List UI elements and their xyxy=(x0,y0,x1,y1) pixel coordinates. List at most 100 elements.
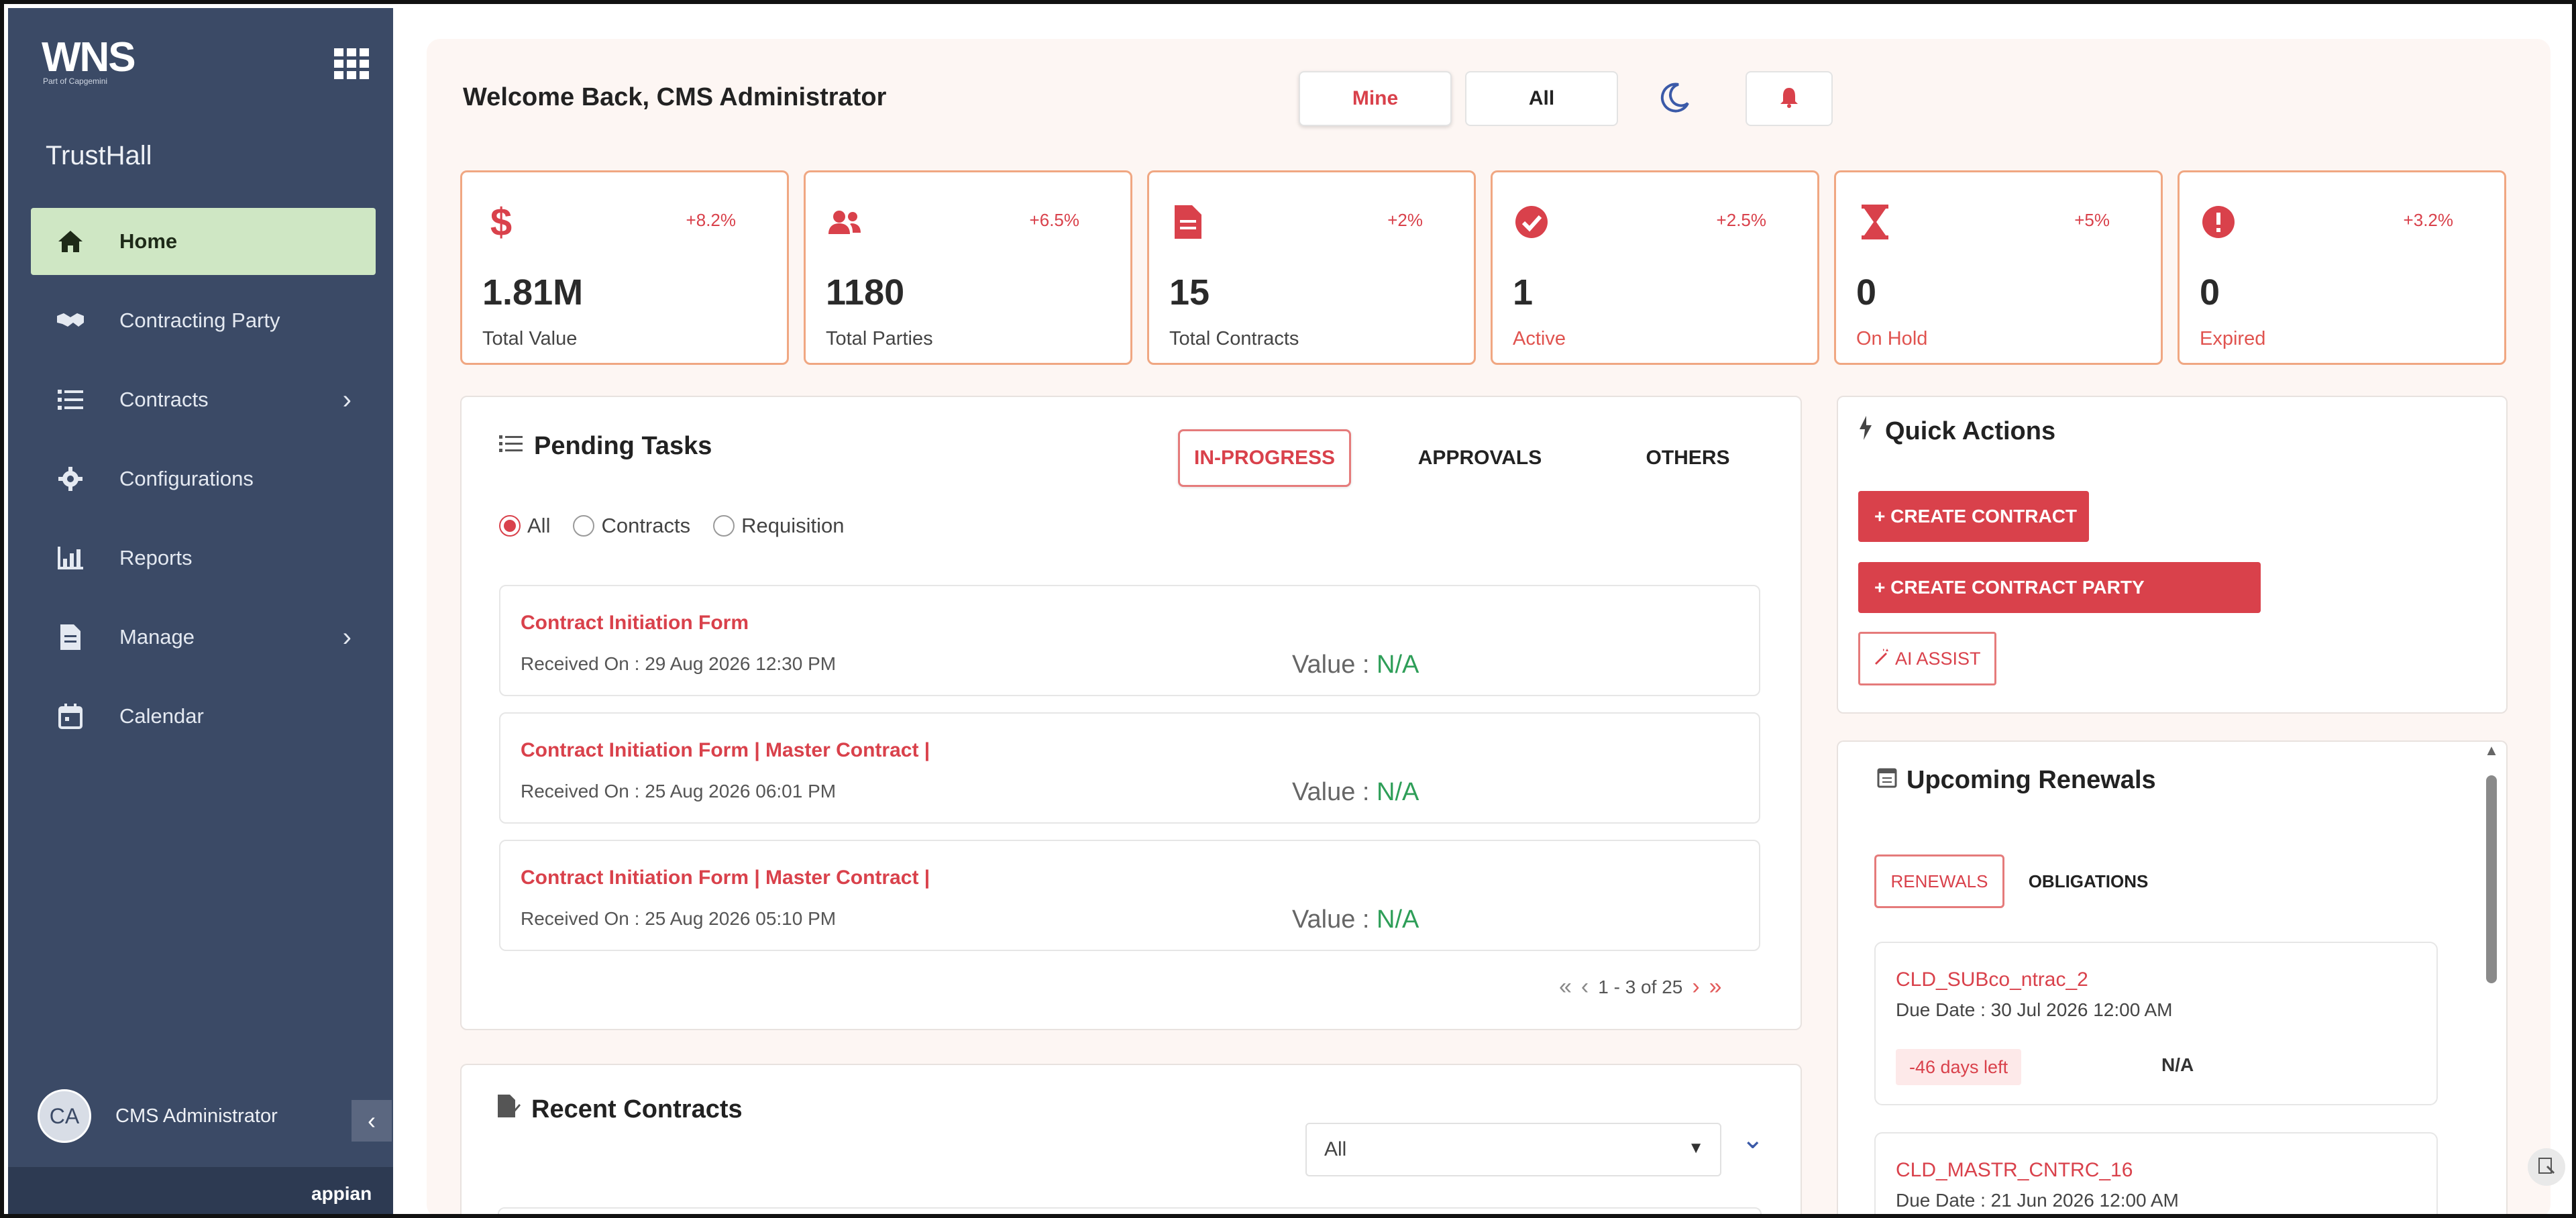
ai-assist-button[interactable]: AI ASSIST xyxy=(1858,632,1996,685)
task-received: Received On : 25 Aug 2026 06:01 PM xyxy=(521,781,837,801)
kpi-value: 1 xyxy=(1513,272,1534,313)
task-received: Received On : 29 Aug 2026 12:30 PM xyxy=(521,653,837,674)
table-row[interactable] xyxy=(498,1207,1762,1214)
kpi-delta: +3.2% xyxy=(2403,210,2453,230)
create-contract-button[interactable]: + CREATE CONTRACT xyxy=(1858,491,2089,542)
alert-circle-icon xyxy=(2200,203,2237,241)
document-icon xyxy=(55,624,86,651)
pending-tasks-card: Pending Tasks IN-PROGRESS APPROVALS OTHE… xyxy=(460,396,1802,1030)
kpi-expired[interactable]: +3.2% 0 Expired xyxy=(2178,170,2506,365)
sidebar-item-manage[interactable]: Manage › xyxy=(31,604,376,671)
radio-contracts[interactable] xyxy=(573,515,595,537)
recent-contracts-filter-select[interactable]: All ▼ xyxy=(1305,1123,1721,1176)
appian-logo: appian xyxy=(311,1183,372,1204)
wns-logo[interactable]: WNS xyxy=(42,34,136,81)
kpi-total-contracts[interactable]: +2% 15 Total Contracts xyxy=(1147,170,1476,365)
tab-approvals[interactable]: APPROVALS xyxy=(1399,429,1560,487)
kpi-active[interactable]: +2.5% 1 Active xyxy=(1491,170,1819,365)
bell-icon xyxy=(1779,87,1799,111)
gear-icon xyxy=(55,465,86,492)
home-icon xyxy=(55,228,86,255)
task-title[interactable]: Contract Initiation Form | Master Contra… xyxy=(521,739,930,762)
pending-tasks-title: Pending Tasks xyxy=(499,432,712,461)
value-label: Value : xyxy=(1292,778,1377,806)
recent-contracts-title: Recent Contracts xyxy=(498,1095,743,1124)
kpi-delta: +2% xyxy=(1387,210,1423,230)
sidebar-item-home[interactable]: Home xyxy=(31,208,376,275)
app-grid-icon[interactable] xyxy=(334,48,369,79)
last-page-icon[interactable]: » xyxy=(1709,974,1722,1000)
user-profile[interactable]: CA CMS Administrator xyxy=(38,1089,278,1143)
avatar: CA xyxy=(38,1089,91,1143)
tab-renewals[interactable]: RENEWALS xyxy=(1874,854,2004,908)
toggle-all-button[interactable]: All xyxy=(1465,71,1618,126)
sidebar-item-contracts[interactable]: Contracts › xyxy=(31,366,376,433)
kpi-total-value[interactable]: $ +8.2% 1.81M Total Value xyxy=(460,170,789,365)
kpi-value: 0 xyxy=(2200,272,2220,313)
kpi-on-hold[interactable]: +5% 0 On Hold xyxy=(1834,170,2163,365)
sidebar-item-configurations[interactable]: Configurations xyxy=(31,445,376,512)
sidebar-item-label: Contracts xyxy=(119,388,209,411)
scroll-up-icon[interactable]: ▲ xyxy=(2483,742,2500,759)
list-item[interactable]: CLD_MASTR_CNTRC_16 Due Date : 21 Jun 202… xyxy=(1874,1132,2438,1214)
radio-label: Contracts xyxy=(601,514,691,537)
renewals-scrollbar[interactable]: ▲ xyxy=(2483,742,2500,1188)
feedback-icon xyxy=(2538,1157,2555,1178)
list-item[interactable]: Contract Initiation Form | Master Contra… xyxy=(499,712,1760,824)
kpi-label: Total Value xyxy=(482,328,578,349)
kpi-value: 15 xyxy=(1169,272,1210,313)
chevron-down-icon[interactable]: ⌄ xyxy=(1741,1124,1764,1155)
task-title[interactable]: Contract Initiation Form xyxy=(521,612,749,634)
list-item[interactable]: Contract Initiation Form | Master Contra… xyxy=(499,840,1760,951)
moon-icon[interactable] xyxy=(1658,80,1692,114)
check-circle-icon xyxy=(1513,203,1550,241)
quick-actions-title: Quick Actions xyxy=(1858,416,2055,447)
task-title[interactable]: Contract Initiation Form | Master Contra… xyxy=(521,867,930,889)
hourglass-icon xyxy=(1856,203,1894,241)
collapse-sidebar-button[interactable]: ‹ xyxy=(352,1100,392,1142)
corner-action-button[interactable] xyxy=(2528,1148,2565,1186)
create-contract-party-button[interactable]: + CREATE CONTRACT PARTY xyxy=(1858,562,2261,613)
renewal-name[interactable]: CLD_SUBco_ntrac_2 xyxy=(1896,968,2088,991)
task-value: Value : N/A xyxy=(1292,778,1419,807)
task-value: Value : N/A xyxy=(1292,905,1419,934)
kpi-delta: +8.2% xyxy=(686,210,736,230)
tab-others[interactable]: OTHERS xyxy=(1621,429,1755,487)
radio-label: All xyxy=(527,514,551,537)
sidebar-item-label: Home xyxy=(119,229,178,253)
renewal-name[interactable]: CLD_MASTR_CNTRC_16 xyxy=(1896,1159,2133,1182)
app-name: TrustHall xyxy=(46,141,152,170)
days-left-badge: -46 days left xyxy=(1896,1049,2022,1085)
tab-obligations[interactable]: OBLIGATIONS xyxy=(2018,854,2159,908)
calendar-icon xyxy=(1877,766,1897,795)
users-icon xyxy=(826,203,863,241)
prev-page-icon[interactable]: ‹ xyxy=(1581,974,1589,1000)
dashboard-panel: Welcome Back, CMS Administrator Mine All… xyxy=(427,39,2551,1214)
scroll-thumb[interactable] xyxy=(2486,775,2497,983)
toggle-mine-button[interactable]: Mine xyxy=(1299,71,1452,126)
sidebar-item-label: Reports xyxy=(119,546,193,569)
card-title-text: Recent Contracts xyxy=(531,1095,743,1123)
sidebar-item-reports[interactable]: Reports xyxy=(31,524,376,592)
kpi-delta: +6.5% xyxy=(1029,210,1079,230)
calendar-icon xyxy=(55,703,86,730)
value-amount: N/A xyxy=(1377,778,1419,806)
notifications-button[interactable] xyxy=(1746,71,1833,126)
kpi-value: 1.81M xyxy=(482,272,584,313)
card-title-text: Upcoming Renewals xyxy=(1907,766,2156,794)
list-item[interactable]: CLD_SUBco_ntrac_2 Due Date : 30 Jul 2026… xyxy=(1874,942,2438,1105)
select-value: All xyxy=(1324,1138,1347,1160)
sidebar-item-contracting-party[interactable]: Contracting Party xyxy=(31,287,376,354)
radio-requisition[interactable] xyxy=(713,515,735,537)
next-page-icon[interactable]: › xyxy=(1692,974,1699,1000)
task-filter-radios: All Contracts Requisition xyxy=(499,514,867,538)
kpi-total-parties[interactable]: +6.5% 1180 Total Parties xyxy=(804,170,1132,365)
sidebar-item-label: Calendar xyxy=(119,704,204,728)
list-item[interactable]: Contract Initiation Form Received On : 2… xyxy=(499,585,1760,696)
radio-all[interactable] xyxy=(499,515,521,537)
pagination: « ‹ 1 - 3 of 25 › » xyxy=(1559,974,1731,1000)
sidebar-item-calendar[interactable]: Calendar xyxy=(31,683,376,750)
tab-in-progress[interactable]: IN-PROGRESS xyxy=(1178,429,1351,487)
list-icon xyxy=(55,386,86,413)
first-page-icon[interactable]: « xyxy=(1559,974,1572,1000)
